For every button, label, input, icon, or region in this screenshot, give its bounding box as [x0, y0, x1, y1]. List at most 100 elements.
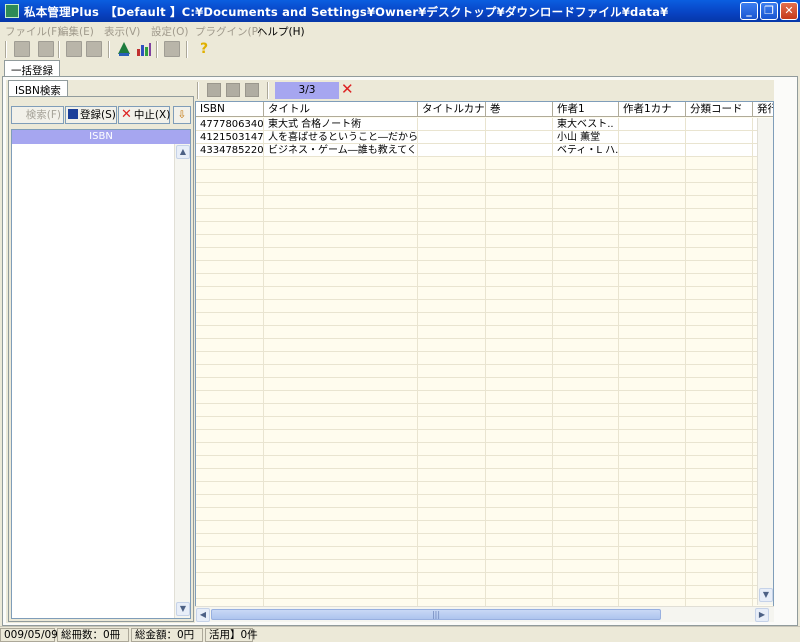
new-book-icon[interactable] — [14, 41, 30, 57]
maximize-button[interactable]: ❐ — [760, 2, 778, 20]
help-icon[interactable]: ? — [196, 41, 212, 57]
scroll-right-icon[interactable]: ▶ — [755, 608, 769, 622]
table-cell — [619, 300, 686, 313]
sort-icon[interactable] — [116, 41, 132, 57]
column-header[interactable]: 巻 — [486, 102, 553, 117]
table-cell[interactable]: 4121503147 — [196, 131, 264, 144]
table-cell[interactable] — [619, 144, 686, 157]
empty-row — [196, 209, 773, 222]
tab-isbn-search[interactable]: ISBN検索 — [8, 80, 68, 97]
grid-vertical-scrollbar[interactable]: ▼ — [757, 118, 773, 605]
statistics-icon[interactable] — [136, 41, 152, 57]
isbn-list[interactable]: ISBN ▲ ▼ — [11, 129, 191, 619]
table-row[interactable]: 4121503147人を喜ばせるということ―だから...小山 薫堂中公 — [196, 131, 773, 144]
minimize-button[interactable]: _ — [740, 2, 758, 20]
table-cell[interactable]: 人を喜ばせるということ―だから... — [264, 131, 418, 144]
table-cell — [553, 495, 619, 508]
empty-row — [196, 534, 773, 547]
table-row[interactable]: 4334785220ビジネス・ゲーム―誰も教えてく...ベティ・L ハ...光文 — [196, 144, 773, 157]
table-cell[interactable]: 4777806340 — [196, 118, 264, 131]
empty-row — [196, 170, 773, 183]
table-row[interactable]: 4777806340東大式 合格ノート術東大ベスト..辰巳 — [196, 118, 773, 131]
table-cell — [196, 378, 264, 391]
import-button[interactable]: ⇩ — [173, 106, 191, 124]
table-cell — [196, 209, 264, 222]
close-button[interactable]: ✕ — [780, 2, 798, 20]
table-cell[interactable] — [686, 131, 753, 144]
menu-settings[interactable]: 設定(O) — [151, 24, 188, 39]
column-header[interactable]: 作者1カナ — [619, 102, 686, 117]
edit-book-icon[interactable] — [66, 41, 82, 57]
next-record-icon[interactable] — [245, 83, 259, 97]
table-cell[interactable] — [418, 144, 486, 157]
menu-edit[interactable]: 編集(E) — [58, 24, 94, 39]
table-cell[interactable]: ベティ・L ハ... — [553, 144, 619, 157]
table-cell — [196, 339, 264, 352]
table-cell — [264, 196, 418, 209]
table-cell — [619, 508, 686, 521]
table-cell — [196, 508, 264, 521]
table-cell — [264, 222, 418, 235]
table-cell[interactable]: 4334785220 — [196, 144, 264, 157]
table-cell[interactable] — [486, 131, 553, 144]
menu-view[interactable]: 表示(V) — [104, 24, 140, 39]
table-cell[interactable] — [486, 118, 553, 131]
table-cell — [686, 378, 753, 391]
table-cell — [619, 547, 686, 560]
table-cell — [486, 482, 553, 495]
column-header[interactable]: ISBN — [196, 102, 264, 117]
table-cell — [486, 547, 553, 560]
results-grid[interactable]: ISBN タイトル タイトルカナ 巻 作者1 作者1カナ 分類コード 発行 47… — [195, 101, 774, 620]
scroll-thumb[interactable]: ||| — [211, 609, 661, 620]
copy-book-icon[interactable] — [38, 41, 54, 57]
column-header[interactable]: タイトル — [264, 102, 418, 117]
table-cell[interactable]: 小山 薫堂 — [553, 131, 619, 144]
grid-horizontal-scrollbar[interactable]: ◀ ||| ▶ — [195, 606, 774, 622]
delete-book-icon[interactable] — [86, 41, 102, 57]
isbn-list-header: ISBN — [12, 130, 190, 144]
column-header[interactable]: 分類コード — [686, 102, 753, 117]
status-date: 009/05/09 — [0, 628, 58, 642]
table-cell[interactable] — [486, 144, 553, 157]
column-header[interactable]: タイトルカナ — [418, 102, 486, 117]
scroll-down-icon[interactable]: ▼ — [759, 588, 773, 602]
scroll-left-icon[interactable]: ◀ — [196, 608, 210, 622]
menu-plugins[interactable]: プラグイン(P) — [195, 24, 262, 39]
table-cell[interactable] — [418, 118, 486, 131]
table-cell[interactable]: ビジネス・ゲーム―誰も教えてく... — [264, 144, 418, 157]
search-button[interactable]: 検索(F) — [11, 106, 64, 124]
column-header[interactable]: 発行 — [753, 102, 773, 117]
empty-row — [196, 586, 773, 599]
table-cell — [486, 274, 553, 287]
table-cell[interactable]: 東大ベスト.. — [553, 118, 619, 131]
prev-record-icon[interactable] — [226, 83, 240, 97]
column-header[interactable]: 作者1 — [553, 102, 619, 117]
table-cell — [418, 417, 486, 430]
table-cell — [196, 365, 264, 378]
table-cell[interactable] — [686, 144, 753, 157]
empty-row — [196, 326, 773, 339]
table-cell — [196, 547, 264, 560]
table-cell[interactable]: 東大式 合格ノート術 — [264, 118, 418, 131]
scroll-down-icon[interactable]: ▼ — [176, 602, 190, 616]
cancel-button[interactable]: ✕ 中止(X) — [118, 106, 170, 124]
table-cell[interactable] — [418, 131, 486, 144]
first-record-icon[interactable] — [207, 83, 221, 97]
table-cell — [686, 508, 753, 521]
table-cell[interactable] — [686, 118, 753, 131]
menu-help[interactable]: ヘルプ(H) — [257, 24, 305, 39]
isbn-list-scrollbar[interactable]: ▲ ▼ — [174, 144, 190, 618]
table-cell — [619, 482, 686, 495]
register-button[interactable]: 登録(S) — [65, 106, 117, 124]
table-cell — [553, 482, 619, 495]
menu-file[interactable]: ファイル(F) — [5, 24, 61, 39]
tab-bulk-register[interactable]: 一括登録 — [4, 60, 60, 77]
table-cell[interactable] — [619, 131, 686, 144]
table-cell — [486, 521, 553, 534]
print-icon[interactable] — [164, 41, 180, 57]
empty-row — [196, 482, 773, 495]
clear-results-icon[interactable]: ✕ — [341, 81, 354, 98]
scroll-up-icon[interactable]: ▲ — [176, 145, 190, 159]
table-cell[interactable] — [619, 118, 686, 131]
table-cell — [553, 209, 619, 222]
